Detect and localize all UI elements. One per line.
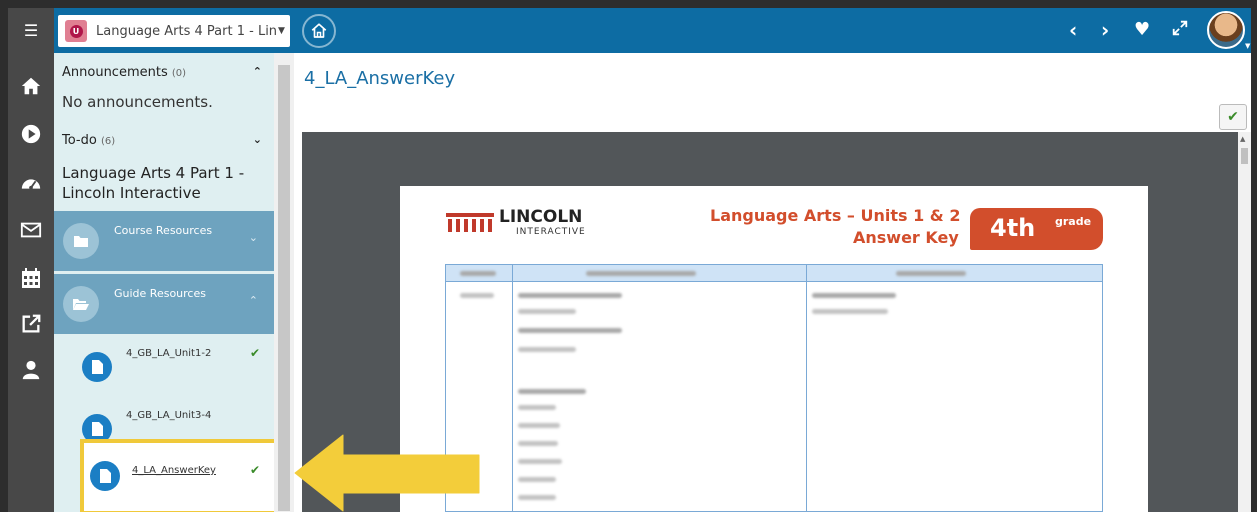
course-name: Language Arts 4 Part 1 - Lincoln Interac… — [62, 164, 245, 202]
resource-item-label[interactable]: 4_LA_AnswerKey — [132, 465, 216, 476]
grade-badge: 4th grade — [970, 208, 1103, 250]
folder-open-icon — [63, 286, 99, 322]
left-rail — [8, 53, 54, 512]
logo-subtitle: INTERACTIVE — [516, 227, 586, 237]
expand-icon[interactable] — [1171, 18, 1189, 42]
heart-icon[interactable]: ♥ — [1134, 18, 1150, 42]
answer-key-table — [445, 264, 1103, 512]
section-course-resources[interactable]: Course Resources ⌄ — [54, 211, 274, 271]
top-bar: ☰ U Language Arts 4 Part 1 - Linc... ▼ ‹… — [8, 8, 1251, 53]
hamburger-icon[interactable]: ☰ — [8, 8, 54, 53]
chevron-right-icon[interactable]: › — [1101, 18, 1109, 42]
user-avatar[interactable] — [1207, 11, 1245, 49]
scrollbar-thumb[interactable] — [278, 65, 290, 511]
document-subtitle: Answer Key — [853, 228, 959, 247]
todo-header[interactable]: To-do (6) — [62, 133, 115, 148]
scroll-up-icon[interactable]: ▲ — [1240, 135, 1245, 143]
folder-icon — [63, 223, 99, 259]
chevron-up-icon[interactable]: ⌃ — [253, 65, 262, 78]
resource-item-label: 4_GB_LA_Unit3-4 — [126, 410, 212, 421]
check-icon: ✔ — [250, 463, 261, 477]
todo-count: (6) — [100, 136, 116, 147]
resource-item[interactable]: 4_GB_LA_Unit1-2 ✔ — [54, 334, 274, 394]
resource-item-label: 4_GB_LA_Unit1-2 — [126, 348, 212, 359]
document-title: Language Arts – Units 1 & 2 — [710, 206, 961, 225]
resource-item-active[interactable]: 4_LA_AnswerKey ✔ — [80, 439, 282, 512]
grade-label: grade — [1055, 215, 1092, 228]
course-logo-letter: U — [69, 24, 83, 38]
chevron-up-icon: ⌃ — [248, 294, 258, 307]
document-icon — [90, 461, 120, 491]
viewer-scrollbar[interactable]: ▲ — [1238, 132, 1251, 512]
logo-name: LINCOLN — [499, 207, 583, 227]
home-icon — [311, 23, 327, 38]
dashboard-icon[interactable] — [16, 169, 46, 199]
app-window: ☰ U Language Arts 4 Part 1 - Linc... ▼ ‹… — [8, 8, 1251, 512]
course-logo: U — [65, 20, 87, 42]
course-select[interactable]: U Language Arts 4 Part 1 - Linc... ▼ — [58, 15, 290, 47]
caret-down-icon: ▼ — [278, 26, 285, 36]
section-label: Course Resources — [114, 224, 213, 237]
chevron-down-icon: ⌄ — [248, 231, 258, 244]
sidebar-scrollbar[interactable] — [274, 53, 294, 512]
course-select-label: Language Arts 4 Part 1 - Linc... — [96, 23, 276, 39]
announcements-body: No announcements. — [62, 93, 213, 111]
scrollbar-thumb[interactable] — [1241, 148, 1248, 164]
announcements-count: (0) — [171, 68, 187, 79]
mail-icon[interactable] — [16, 215, 46, 245]
external-link-icon[interactable] — [16, 309, 46, 339]
todo-label: To-do — [62, 133, 97, 148]
section-guide-resources[interactable]: Guide Resources ⌃ — [54, 274, 274, 334]
user-icon[interactable] — [16, 355, 46, 385]
section-label: Guide Resources — [114, 287, 206, 300]
avatar-caret-icon[interactable]: ▼ — [1245, 42, 1250, 50]
announcements-label: Announcements — [62, 65, 168, 80]
lincoln-logo-icon — [446, 213, 494, 232]
play-icon[interactable] — [16, 119, 46, 149]
chevron-left-icon[interactable]: ‹ — [1069, 18, 1077, 42]
announcements-header[interactable]: Announcements (0) — [62, 65, 186, 80]
mark-complete-button[interactable]: ✔ — [1219, 104, 1247, 130]
chevron-down-icon[interactable]: ⌄ — [253, 133, 262, 146]
home-icon[interactable] — [16, 71, 46, 101]
check-icon: ✔ — [250, 346, 261, 360]
table-header — [446, 265, 1102, 282]
calendar-icon[interactable] — [16, 263, 46, 293]
document-icon — [82, 352, 112, 382]
grade-number: 4th — [990, 214, 1036, 242]
arrow-pointer-icon — [294, 434, 480, 512]
home-button[interactable] — [302, 14, 336, 48]
content-title: 4_LA_AnswerKey — [304, 68, 456, 89]
